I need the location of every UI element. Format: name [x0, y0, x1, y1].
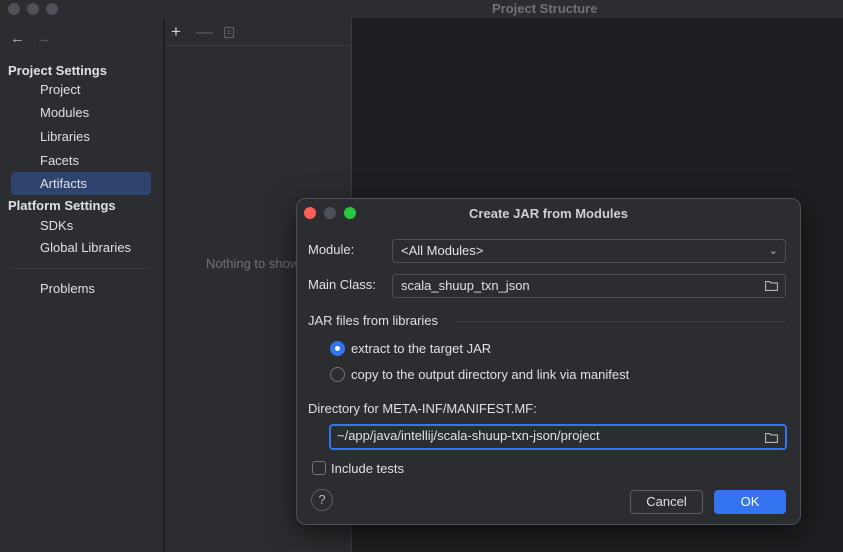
module-combobox[interactable]: <All Modules> ⌄: [392, 239, 786, 263]
module-value: <All Modules>: [401, 243, 484, 258]
browse-folder-icon[interactable]: [765, 432, 778, 443]
sidebar-item-global-libraries[interactable]: Global Libraries: [11, 236, 151, 259]
copy-radio[interactable]: [330, 367, 345, 382]
extract-option-label[interactable]: extract to the target JAR: [351, 341, 491, 356]
sidebar-item-libraries[interactable]: Libraries: [11, 125, 151, 148]
zoom-window-button[interactable]: [46, 3, 58, 15]
include-tests-checkbox[interactable]: [312, 461, 326, 475]
project-structure-window: Project Structure ← → Project Settings P…: [0, 0, 843, 552]
dialog-title: Create JAR from Modules: [469, 206, 628, 221]
module-label: Module:: [308, 242, 355, 257]
sidebar-item-facets[interactable]: Facets: [11, 149, 151, 172]
minus-icon[interactable]: —: [196, 23, 213, 40]
group-separator: [455, 321, 786, 322]
copy-option-label[interactable]: copy to the output directory and link vi…: [351, 367, 629, 382]
help-button[interactable]: ?: [311, 489, 333, 511]
platform-settings-heading: Platform Settings: [8, 198, 116, 213]
jar-files-label: JAR files from libraries: [308, 313, 439, 328]
window-titlebar: Project Structure: [0, 0, 843, 18]
manifest-dir-value: ~/app/java/intellij/scala-shuup-txn-json…: [337, 428, 600, 443]
back-arrow-icon[interactable]: ←: [10, 30, 25, 47]
close-window-button[interactable]: [8, 3, 20, 15]
settings-sidebar: ← → Project Settings Project Modules Lib…: [0, 18, 163, 552]
ok-button[interactable]: OK: [714, 490, 786, 514]
forward-arrow-icon[interactable]: →: [36, 30, 51, 47]
minimize-window-button[interactable]: [27, 3, 39, 15]
sidebar-item-modules[interactable]: Modules: [11, 101, 151, 124]
extract-radio[interactable]: [330, 341, 345, 356]
main-class-field[interactable]: scala_shuup_txn_json: [392, 274, 786, 298]
create-jar-dialog: Create JAR from Modules Module: <All Mod…: [296, 198, 801, 525]
sidebar-item-artifacts[interactable]: Artifacts: [11, 172, 151, 195]
chevron-down-icon: ⌄: [768, 245, 778, 257]
copy-icon[interactable]: [223, 26, 235, 42]
plus-icon[interactable]: +: [171, 23, 181, 40]
main-class-label: Main Class:: [308, 277, 376, 292]
sidebar-item-sdks[interactable]: SDKs: [11, 214, 151, 237]
window-title: Project Structure: [492, 1, 598, 16]
browse-folder-icon[interactable]: [765, 280, 778, 291]
main-class-value: scala_shuup_txn_json: [401, 278, 530, 293]
include-tests-label[interactable]: Include tests: [331, 461, 404, 476]
sidebar-item-project[interactable]: Project: [11, 78, 151, 101]
artifacts-toolbar: + —: [165, 18, 353, 46]
project-settings-heading: Project Settings: [8, 63, 107, 78]
cancel-button[interactable]: Cancel: [630, 490, 703, 514]
sidebar-divider: [10, 268, 150, 269]
empty-list-text: Nothing to show: [206, 256, 300, 271]
manifest-dir-label: Directory for META-INF/MANIFEST.MF:: [308, 401, 537, 416]
manifest-dir-field[interactable]: ~/app/java/intellij/scala-shuup-txn-json…: [329, 424, 787, 450]
dialog-titlebar: Create JAR from Modules: [297, 199, 800, 227]
sidebar-item-problems[interactable]: Problems: [11, 277, 151, 300]
